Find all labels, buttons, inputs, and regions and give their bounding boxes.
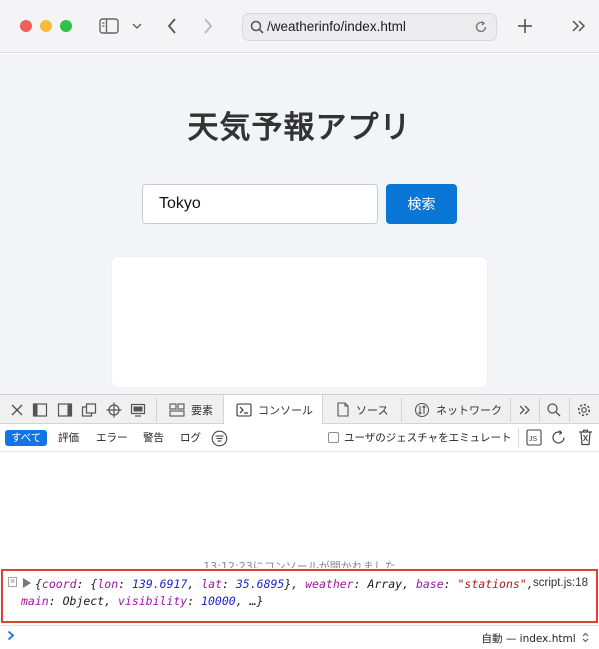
tab-elements[interactable]: 要素 — [157, 395, 223, 424]
brace-open: { — [35, 577, 42, 591]
devtools-tab-bar: 要素 コンソール ソース ネットワーク — [0, 394, 599, 425]
lon-key: lon — [97, 577, 119, 591]
network-icon — [414, 402, 430, 418]
more-tabs-icon[interactable] — [517, 402, 533, 418]
console-log-entry[interactable]: {coord: {lon: 139.6917, lat: 35.6895}, w… — [1, 569, 598, 623]
close-devtools-icon[interactable] — [9, 402, 25, 418]
page-title: 天気予報アプリ — [187, 110, 412, 146]
filter-all[interactable]: すべて — [5, 430, 48, 446]
dock-left-icon[interactable] — [32, 402, 48, 418]
clear-console-icon[interactable] — [578, 429, 593, 446]
prompt-chevron-icon[interactable] — [7, 630, 15, 641]
filter-error[interactable]: エラー — [96, 430, 128, 446]
tab-separator — [510, 398, 511, 422]
forward-button[interactable] — [199, 16, 217, 36]
log-source-link[interactable]: script.js:18 — [533, 577, 588, 589]
base-value: "stations" — [457, 577, 527, 591]
main-key: main — [21, 594, 49, 608]
reload-icon[interactable] — [474, 20, 488, 34]
web-page: 天気予報アプリ 検索 — [0, 54, 599, 394]
object-tail: …} — [249, 594, 264, 608]
lat-key: lat — [201, 577, 223, 591]
search-icon[interactable] — [546, 402, 562, 418]
log-line-2: main: Object, visibility: 10000, …} — [21, 594, 264, 608]
address-bar[interactable]: /weatherinfo/index.html — [242, 13, 497, 41]
browser-toolbar: /weatherinfo/index.html — [0, 0, 599, 53]
zoom-window-button[interactable] — [60, 20, 72, 32]
console-messages: 13:12:23にコンソールが開かれました {coord: {lon: 139.… — [0, 452, 599, 625]
filter-separator — [518, 428, 519, 448]
base-key: base — [415, 577, 444, 591]
preserve-log-icon[interactable] — [550, 429, 567, 446]
tab-separator — [539, 398, 540, 422]
detach-window-icon[interactable] — [81, 402, 97, 418]
expand-triangle-icon[interactable] — [23, 578, 31, 588]
filter-log[interactable]: ログ — [180, 430, 201, 446]
coord-key: coord — [41, 577, 77, 591]
lon-value: 139.6917 — [131, 577, 188, 591]
log-type-icon — [8, 577, 17, 587]
execution-context-selector[interactable]: 自動 — index.html — [481, 631, 589, 646]
updown-chevron-icon — [582, 632, 589, 643]
sidebar-toggle-icon[interactable] — [98, 17, 120, 35]
minimize-window-button[interactable] — [40, 20, 52, 32]
sources-icon — [336, 402, 350, 417]
lat-value: 35.6895 — [235, 577, 285, 591]
log-line-1: {coord: {lon: 139.6917, lat: 35.6895}, w… — [35, 577, 534, 591]
console-filter-bar: すべて 評価 エラー 警告 ログ ユーザのジェスチャをエミュレート JS — [0, 424, 599, 452]
inspect-element-icon[interactable] — [106, 402, 122, 418]
chevron-down-icon[interactable] — [131, 20, 143, 32]
emulate-gesture-checkbox[interactable] — [328, 432, 339, 443]
close-window-button[interactable] — [20, 20, 32, 32]
filter-options-icon[interactable] — [211, 430, 228, 447]
javascript-badge-icon[interactable]: JS — [526, 429, 542, 446]
gear-icon[interactable] — [576, 402, 592, 418]
tab-label: コンソール — [258, 404, 313, 417]
visibility-key: visibility — [117, 594, 188, 608]
weather-value: Array — [367, 577, 403, 591]
console-opened-message: 13:12:23にコンソールが開かれました — [203, 560, 396, 568]
device-mode-icon[interactable] — [130, 402, 146, 418]
console-icon — [236, 403, 252, 417]
tab-label: ネットワーク — [436, 403, 502, 417]
city-input[interactable] — [142, 184, 378, 224]
back-button[interactable] — [163, 16, 181, 36]
tab-separator — [569, 398, 570, 422]
elements-icon — [169, 402, 185, 417]
emulate-gesture-label: ユーザのジェスチャをエミュレート — [344, 432, 512, 444]
tab-label: ソース — [356, 403, 389, 417]
weather-key: weather — [305, 577, 354, 591]
svg-text:JS: JS — [529, 436, 538, 443]
new-tab-button[interactable] — [515, 16, 535, 36]
tab-sources[interactable]: ソース — [324, 395, 401, 424]
weather-result-card — [112, 257, 487, 387]
filter-evaluation[interactable]: 評価 — [58, 430, 79, 446]
tab-label: 要素 — [191, 403, 213, 417]
more-toolbar-icon[interactable] — [569, 17, 589, 35]
visibility-value: 10000 — [201, 594, 236, 608]
address-url: /weatherinfo/index.html — [267, 19, 406, 34]
dock-right-icon[interactable] — [57, 402, 73, 418]
filter-warning[interactable]: 警告 — [143, 430, 164, 446]
console-prompt-bar: 自動 — index.html — [0, 625, 599, 649]
search-icon — [250, 20, 264, 34]
tab-network[interactable]: ネットワーク — [402, 395, 510, 424]
search-button[interactable]: 検索 — [386, 184, 457, 224]
main-value: Object — [62, 594, 105, 608]
execution-context-label: 自動 — index.html — [481, 633, 576, 645]
tab-console[interactable]: コンソール — [223, 395, 323, 425]
